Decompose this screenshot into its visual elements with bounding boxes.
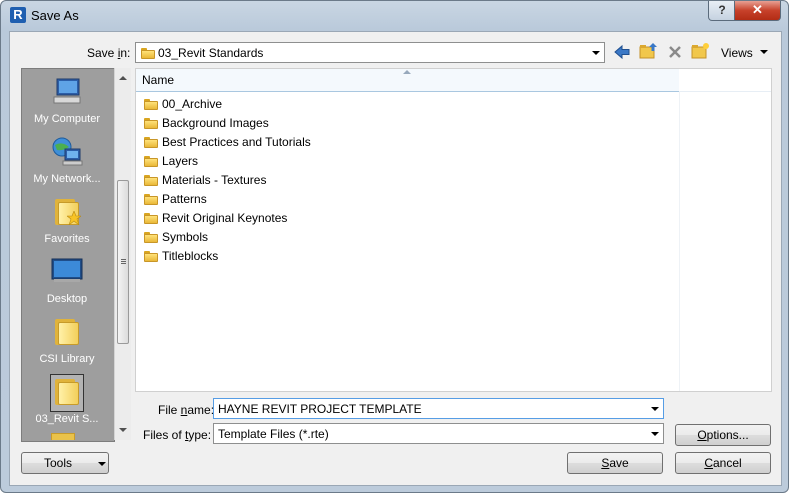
folder-icon: [141, 47, 155, 59]
place-label: CSI Library: [39, 353, 95, 365]
list-item[interactable]: Patterns: [144, 189, 207, 208]
chevron-down-icon: [646, 424, 663, 443]
file-name-input[interactable]: HAYNE REVIT PROJECT TEMPLATE: [213, 398, 664, 419]
file-list[interactable]: Name 00_Archive Background Images Best P…: [135, 68, 772, 392]
place-label: My Network...: [33, 173, 101, 185]
item-label: Revit Original Keynotes: [162, 210, 288, 225]
file-type-value: Template Files (*.rte): [218, 427, 329, 441]
list-item[interactable]: 00_Archive: [144, 94, 222, 113]
list-item[interactable]: Titleblocks: [144, 246, 218, 265]
dialog-title: Save As: [31, 8, 79, 23]
column-label: Name: [142, 73, 175, 87]
place-my-computer[interactable]: My Computer: [22, 73, 112, 131]
folder-icon: [144, 98, 158, 110]
help-button[interactable]: ?: [708, 1, 736, 21]
list-item[interactable]: Revit Original Keynotes: [144, 208, 287, 227]
scroll-down-icon[interactable]: [115, 422, 131, 438]
back-arrow-icon[interactable]: [613, 43, 631, 61]
tools-button[interactable]: Tools: [21, 452, 109, 474]
place-desktop[interactable]: Desktop: [22, 253, 112, 311]
folder-icon: [144, 155, 158, 167]
save-in-dropdown[interactable]: 03_Revit Standards: [135, 42, 605, 63]
partial-folder-icon: [51, 433, 75, 440]
sort-ascending-icon: [403, 70, 411, 74]
item-label: Titleblocks: [162, 248, 219, 263]
new-folder-icon[interactable]: [691, 42, 711, 60]
list-item[interactable]: Background Images: [144, 113, 269, 132]
place-label: Desktop: [46, 293, 88, 305]
folder-icon: [144, 136, 158, 148]
folder-icon: [144, 193, 158, 205]
item-label: Background Images: [162, 115, 269, 130]
chevron-down-icon: [98, 462, 106, 466]
place-favorites[interactable]: Favorites: [22, 193, 112, 251]
chevron-down-icon: [587, 43, 604, 62]
item-label: 00_Archive: [162, 96, 223, 111]
file-name-value: HAYNE REVIT PROJECT TEMPLATE: [218, 402, 422, 416]
list-item[interactable]: Layers: [144, 151, 198, 170]
list-item[interactable]: Symbols: [144, 227, 208, 246]
column-divider: [679, 91, 680, 391]
network-icon: [52, 137, 83, 166]
place-csi-library[interactable]: CSI Library: [22, 313, 112, 371]
folder-icon: [144, 231, 158, 243]
favorites-folder-icon: [51, 195, 83, 227]
place-label: Favorites: [44, 233, 90, 245]
save-button[interactable]: Save: [567, 452, 663, 474]
item-label: Best Practices and Tutorials: [162, 134, 311, 149]
place-label: 03_Revit S...: [35, 413, 99, 425]
place-03-revit-standards[interactable]: 03_Revit S...: [22, 373, 112, 431]
computer-icon: [53, 78, 81, 104]
file-type-dropdown[interactable]: Template Files (*.rte): [213, 423, 664, 444]
list-item[interactable]: Materials - Textures: [144, 170, 266, 189]
folder-icon: [144, 212, 158, 224]
close-button[interactable]: ✕: [734, 1, 781, 21]
folder-icon: [144, 250, 158, 262]
options-button[interactable]: Options...: [675, 424, 771, 446]
folder-icon: [51, 315, 83, 347]
views-dropdown-icon[interactable]: [760, 50, 768, 54]
save-in-label: Save in:: [87, 46, 131, 60]
folder-icon: [144, 174, 158, 186]
folder-icon: [144, 117, 158, 129]
place-label: My Computer: [33, 113, 101, 125]
scroll-thumb[interactable]: [117, 180, 129, 344]
desktop-icon: [51, 258, 83, 282]
dialog-body: Save in: 03_Revit Standards Views My Com…: [9, 31, 782, 486]
views-button-label[interactable]: Views: [721, 46, 753, 60]
item-label: Materials - Textures: [162, 172, 267, 187]
list-item[interactable]: Best Practices and Tutorials: [144, 132, 311, 151]
file-name-label: File name:: [158, 403, 215, 417]
scroll-up-icon[interactable]: [115, 70, 131, 86]
up-folder-icon[interactable]: [639, 42, 659, 60]
file-type-label: Files of type:: [143, 428, 212, 442]
tools-label: Tools: [44, 456, 73, 470]
item-label: Patterns: [162, 191, 207, 206]
save-in-value: 03_Revit Standards: [158, 46, 264, 60]
delete-icon[interactable]: [667, 44, 683, 60]
folder-icon: [50, 374, 84, 412]
name-column-header[interactable]: Name: [136, 69, 680, 92]
item-label: Symbols: [162, 229, 209, 244]
save-as-dialog: R Save As ? ✕ Save in: 03_Revit Standard…: [0, 0, 789, 493]
cancel-button[interactable]: Cancel: [675, 452, 771, 474]
revit-app-icon: R: [10, 7, 26, 23]
empty-column-header: [679, 69, 771, 92]
item-label: Layers: [162, 153, 199, 168]
chevron-down-icon[interactable]: [646, 399, 663, 418]
place-my-network[interactable]: My Network...: [22, 133, 112, 191]
title-bar[interactable]: R Save As ? ✕: [1, 1, 788, 31]
places-bar: My Computer My Network... Favorites Desk…: [21, 68, 115, 442]
places-scrollbar[interactable]: [114, 68, 131, 440]
